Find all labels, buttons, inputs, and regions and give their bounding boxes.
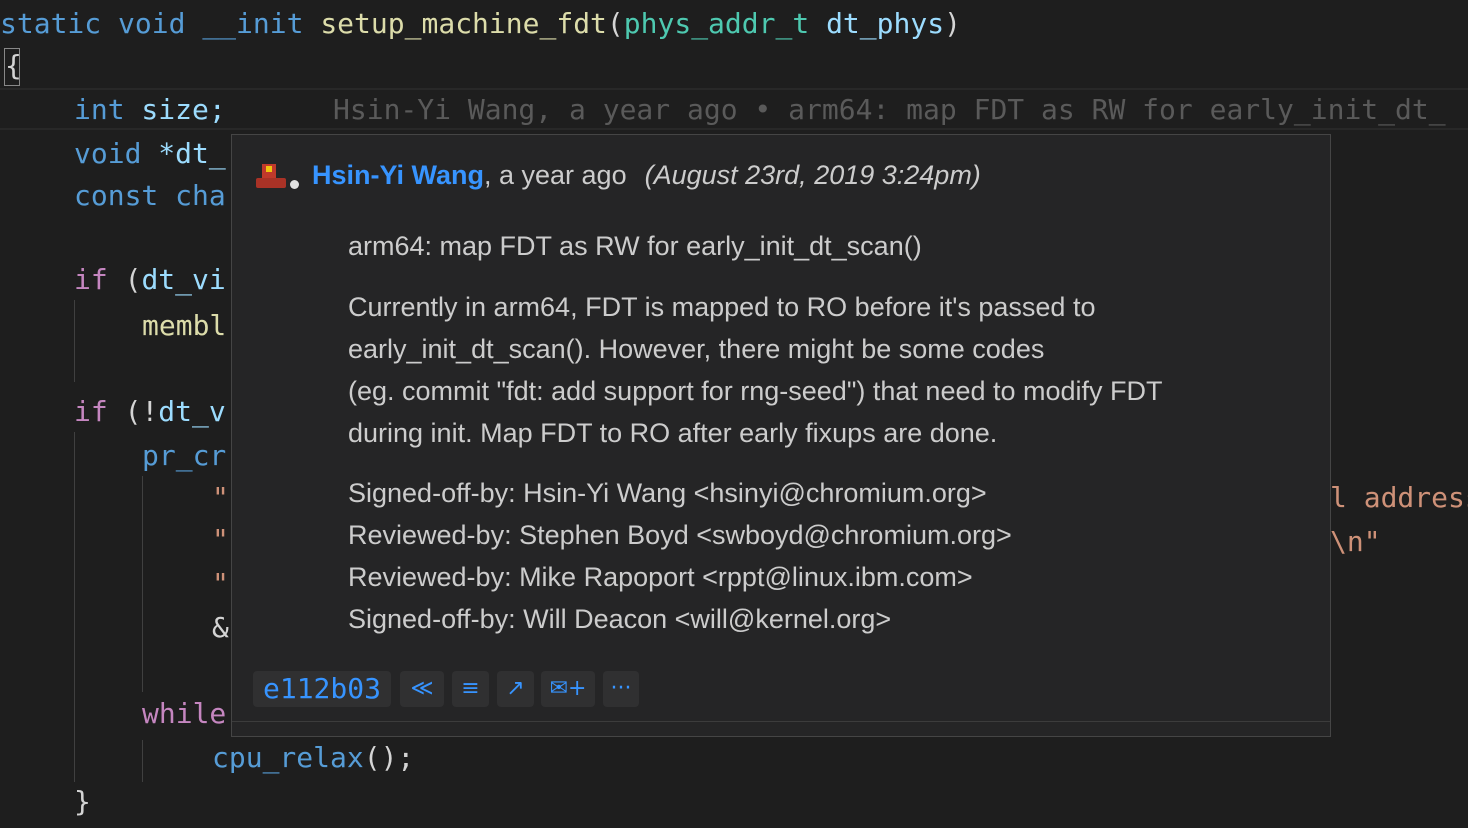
- code-line[interactable]: pr_cr: [142, 434, 226, 478]
- code-editor[interactable]: static void __init setup_machine_fdt(phy…: [0, 0, 1468, 828]
- code-line[interactable]: ": [212, 518, 229, 562]
- commit-trailer: Signed-off-by: Hsin-Yi Wang <hsinyi@chro…: [348, 478, 987, 508]
- hover-header: Hsin-Yi Wang, a year ago (August 23rd, 20…: [252, 157, 981, 193]
- commit-body-line: early_init_dt_scan(). However, there mig…: [348, 334, 1045, 364]
- code-line[interactable]: const cha: [74, 174, 226, 218]
- code-fragment: \n": [1330, 525, 1381, 558]
- more-actions-button[interactable]: ···: [603, 671, 639, 707]
- commit-trailer: Reviewed-by: Mike Rapoport <rppt@linux.i…: [348, 562, 973, 592]
- commit-subject: arm64: map FDT as RW for early_init_dt_s…: [348, 231, 922, 261]
- indent-guide: [142, 476, 143, 692]
- code-line[interactable]: static void __init setup_machine_fdt(phy…: [0, 2, 961, 46]
- author-link[interactable]: Hsin-Yi Wang: [312, 160, 484, 190]
- code-line[interactable]: if (!dt_v: [74, 390, 226, 434]
- open-commit-button[interactable]: ↗: [497, 671, 534, 707]
- inline-blame-annotation[interactable]: Hsin-Yi Wang, a year ago • arm64: map FD…: [333, 88, 1446, 132]
- code-line[interactable]: ": [212, 476, 229, 520]
- indent-guide: [74, 432, 75, 782]
- previous-changes-button[interactable]: ≪: [400, 671, 444, 707]
- code-line[interactable]: ": [212, 562, 229, 606]
- commit-date: (August 23rd, 2019 3:24pm): [644, 160, 981, 190]
- indent-guide: [142, 740, 143, 782]
- code-line[interactable]: void *dt_: [74, 132, 226, 176]
- invite-email-button[interactable]: ✉+: [541, 671, 595, 707]
- indent-guide: [74, 300, 75, 382]
- commit-trailer: Reviewed-by: Stephen Boyd <swboyd@chromi…: [348, 520, 1012, 550]
- code-line[interactable]: while: [142, 692, 226, 736]
- code-line[interactable]: }: [74, 780, 91, 824]
- hover-divider: [232, 721, 1330, 722]
- commit-trailer: Signed-off-by: Will Deacon <will@kernel.…: [348, 604, 892, 634]
- commit-body-line: Currently in arm64, FDT is mapped to RO …: [348, 292, 1096, 322]
- relative-time: , a year ago: [484, 160, 627, 190]
- commit-body-line: (eg. commit "fdt: add support for rng-se…: [348, 376, 1163, 406]
- avatar-icon: [252, 162, 299, 192]
- commit-body-line: during init. Map FDT to RO after early f…: [348, 418, 998, 448]
- git-blame-hover: Hsin-Yi Wang, a year ago (August 23rd, 20…: [231, 134, 1331, 737]
- commit-details-button[interactable]: ≡: [452, 671, 489, 707]
- commit-sha-button[interactable]: e112b03: [253, 671, 391, 707]
- code-line[interactable]: {: [5, 44, 22, 88]
- code-line[interactable]: membl: [142, 304, 226, 348]
- code-line[interactable]: &: [212, 606, 229, 650]
- code-fragment: l address: [1330, 481, 1468, 514]
- code-line[interactable]: int size;: [74, 88, 226, 132]
- code-line[interactable]: if (dt_vi: [74, 258, 226, 302]
- code-line[interactable]: cpu_relax();: [212, 736, 414, 780]
